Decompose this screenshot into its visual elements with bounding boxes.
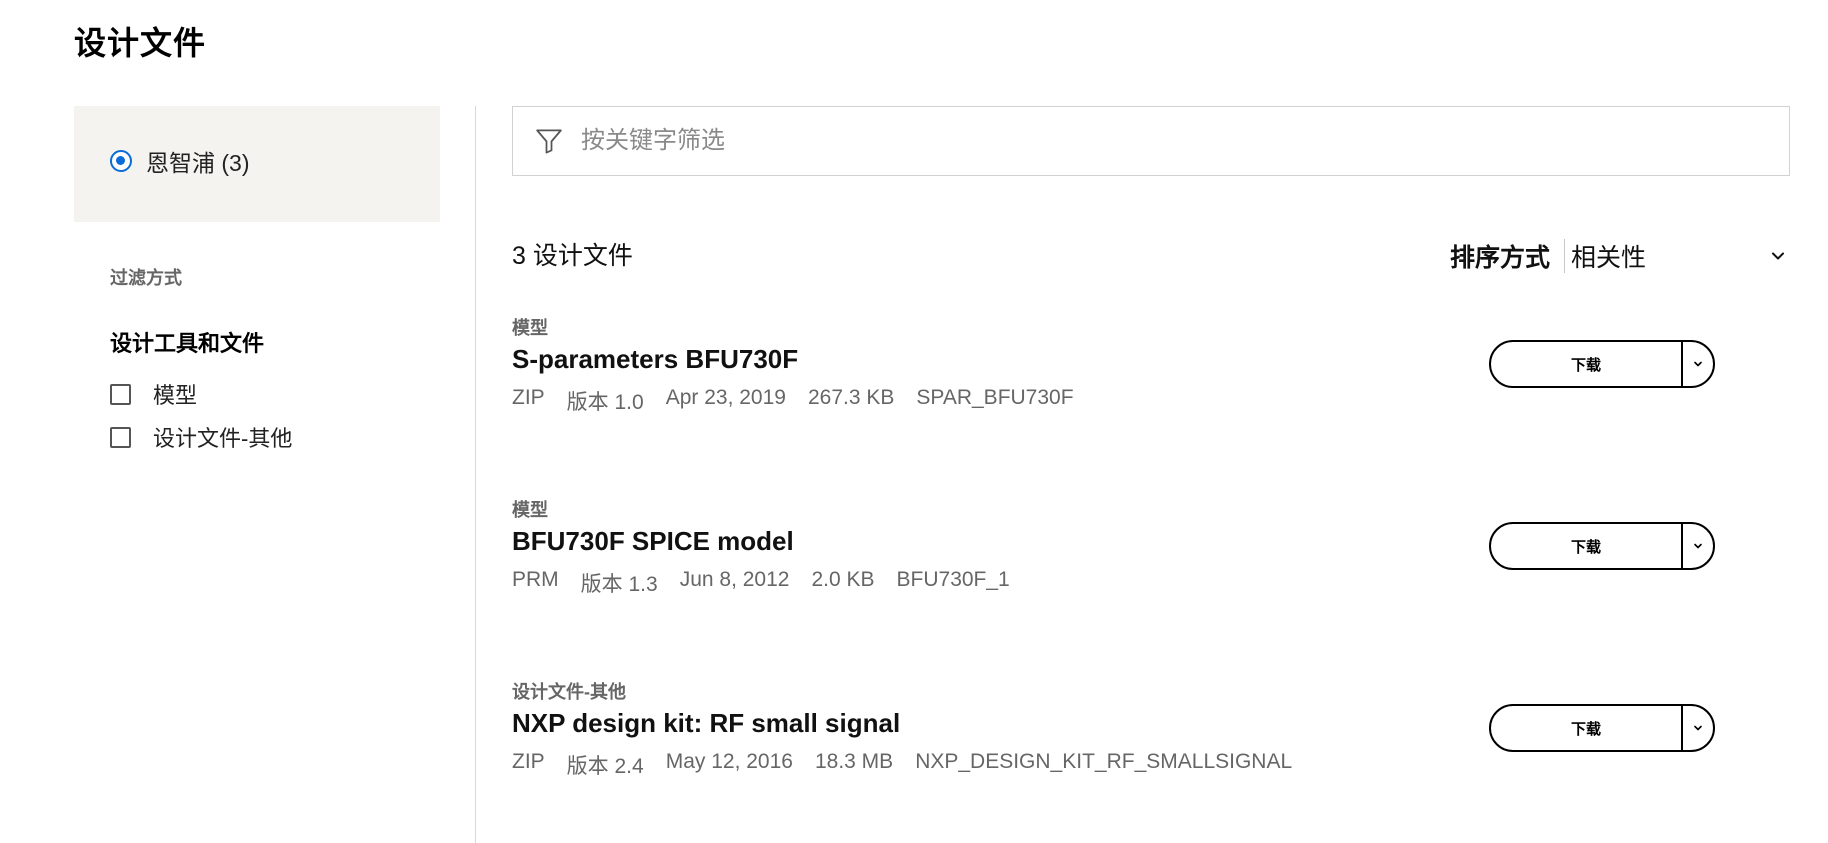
doc-date: Jun 8, 2012 <box>679 568 790 591</box>
filter-option-label: 模型 <box>153 383 198 408</box>
download-split-button: 下载 <box>1489 522 1715 570</box>
doc-size: 18.3 MB <box>814 750 894 773</box>
chevron-down-icon <box>1694 725 1702 731</box>
download-split-button: 下载 <box>1489 704 1715 752</box>
filter-group-title: 设计工具和文件 <box>110 331 265 356</box>
filter-option-label: 设计文件-其他 <box>153 426 293 451</box>
doc-size: 267.3 KB <box>807 386 895 409</box>
document-item: 设计文件-其他 NXP design kit: RF small signal … <box>512 678 1792 808</box>
sort-control[interactable]: 排序方式 相关性 <box>1450 236 1790 276</box>
doc-meta: ZIP 版本 1.0 Apr 23, 2019 267.3 KB SPAR_BF… <box>512 386 1074 416</box>
doc-id: BFU730F_1 <box>896 568 1010 591</box>
keyword-filter-input[interactable] <box>581 127 1731 155</box>
page-title: 设计文件 <box>74 25 207 61</box>
doc-meta: ZIP 版本 2.4 May 12, 2016 18.3 MB NXP_DESI… <box>512 750 1292 780</box>
doc-size: 2.0 KB <box>811 568 875 591</box>
sort-separator <box>1564 239 1566 273</box>
doc-meta: PRM 版本 1.3 Jun 8, 2012 2.0 KB BFU730F_1 <box>512 568 1010 598</box>
sort-label: 排序方式 <box>1450 244 1551 272</box>
doc-category: 模型 <box>512 500 548 520</box>
doc-format: ZIP <box>512 750 545 773</box>
doc-version: 版本 1.0 <box>566 391 644 414</box>
doc-date: Apr 23, 2019 <box>665 386 786 409</box>
checkbox[interactable] <box>110 383 131 405</box>
download-options-toggle[interactable] <box>1683 342 1713 386</box>
vendor-label: 恩智浦 (3) <box>146 150 250 176</box>
vendor-option-nxp[interactable]: 恩智浦 (3) <box>110 144 250 178</box>
filter-icon <box>533 125 565 157</box>
doc-format: ZIP <box>512 386 545 409</box>
vendor-radio[interactable] <box>110 150 132 172</box>
chevron-down-icon <box>1694 361 1702 367</box>
document-item: 模型 S-parameters BFU730F ZIP 版本 1.0 Apr 2… <box>512 314 1792 444</box>
doc-version: 版本 1.3 <box>580 573 658 596</box>
doc-title-link[interactable]: BFU730F SPICE model <box>512 526 794 557</box>
doc-date: May 12, 2016 <box>665 750 793 773</box>
doc-id: NXP_DESIGN_KIT_RF_SMALLSIGNAL <box>915 750 1293 773</box>
download-split-button: 下载 <box>1489 340 1715 388</box>
sidebar-divider <box>475 106 476 843</box>
checkbox[interactable] <box>110 426 131 448</box>
filter-by-heading: 过滤方式 <box>110 268 182 288</box>
doc-version: 版本 2.4 <box>566 755 644 778</box>
keyword-filter-box[interactable] <box>512 106 1790 176</box>
sort-select[interactable]: 相关性 <box>1571 238 1768 274</box>
chevron-down-icon[interactable] <box>1768 246 1788 266</box>
doc-id: SPAR_BFU730F <box>916 386 1074 409</box>
page: 设计文件 恩智浦 (3) 过滤方式 设计工具和文件 模型 设计文件-其他 3 设… <box>0 0 1828 843</box>
vendor-filter-box: 恩智浦 (3) <box>74 106 440 222</box>
doc-title-link[interactable]: NXP design kit: RF small signal <box>512 708 900 739</box>
document-item: 模型 BFU730F SPICE model PRM 版本 1.3 Jun 8,… <box>512 496 1792 626</box>
filter-option-model[interactable]: 模型 <box>110 378 197 410</box>
doc-category: 模型 <box>512 318 548 338</box>
doc-category: 设计文件-其他 <box>512 682 626 702</box>
filter-option-other-design-files[interactable]: 设计文件-其他 <box>110 421 292 453</box>
chevron-down-icon <box>1694 543 1702 549</box>
doc-format: PRM <box>512 568 559 591</box>
download-button[interactable]: 下载 <box>1491 706 1683 750</box>
download-button[interactable]: 下载 <box>1491 524 1683 568</box>
download-options-toggle[interactable] <box>1683 524 1713 568</box>
doc-title-link[interactable]: S-parameters BFU730F <box>512 344 798 375</box>
download-button[interactable]: 下载 <box>1491 342 1683 386</box>
download-options-toggle[interactable] <box>1683 706 1713 750</box>
result-count: 3 设计文件 <box>512 242 633 270</box>
